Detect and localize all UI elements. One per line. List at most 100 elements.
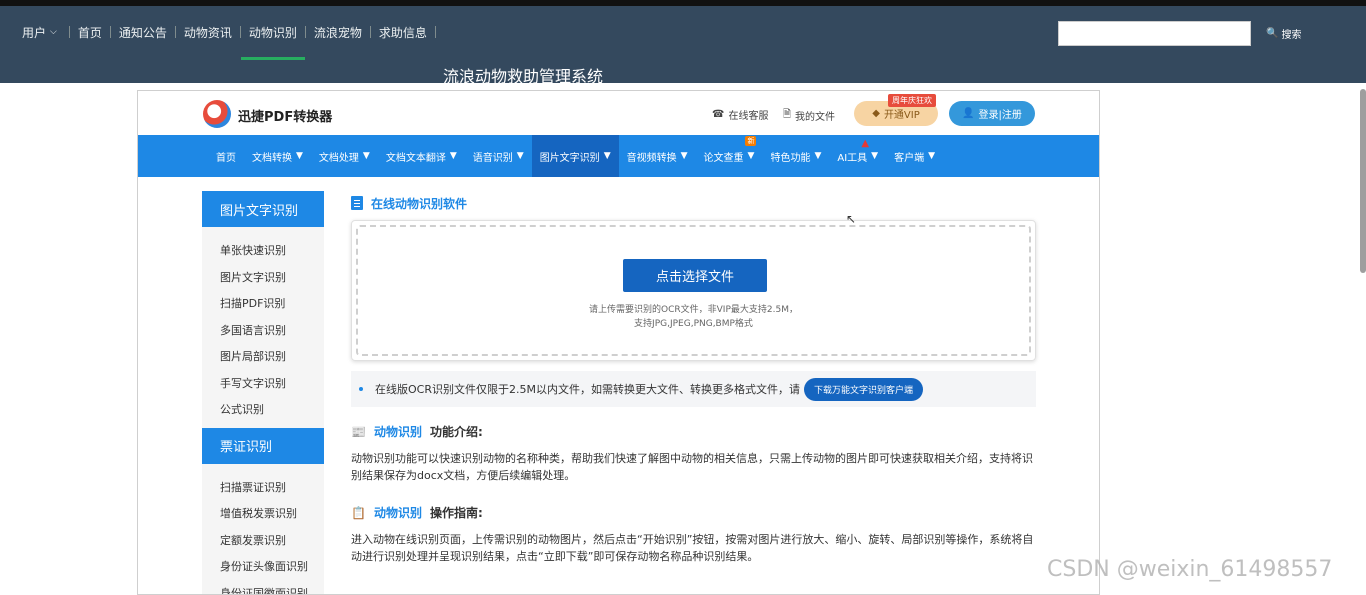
anniversary-ribbon: 周年庆狂欢 [888,94,936,107]
menu-av-convert[interactable]: 音视频转换 ▼ [619,135,696,177]
menu-label: 首页 [216,152,236,164]
menu-label: 文档文本翻译 [385,152,446,164]
menu-label: 特色功能 [770,152,811,164]
main-content: 在线动物识别软件 点击选择文件 请上传需要识别的OCR文件，非VIP最大支持2.… [351,191,1036,565]
menu-plagiarism[interactable]: 论文查重 ▼ 新 [696,135,763,177]
download-client-button[interactable]: 下载万能文字识别客户端 [803,377,923,401]
search-button-label: 搜索 [1281,30,1302,41]
guide-title-main: 动物识别 [373,506,422,520]
my-files-link[interactable]: 🗎 我的文件 [783,107,835,124]
menu-doc-convert[interactable]: 文档转换 ▼ [244,135,311,177]
caret-down-icon: ▼ [871,151,879,161]
page-scrollbar[interactable] [1360,89,1366,273]
sidebar-item[interactable]: 身份证国徽面识别 [202,580,324,594]
mouse-cursor-icon: ↖ [846,212,857,226]
bullet-icon [359,387,363,391]
online-service-label: 在线客服 [728,111,769,122]
feature-title-main: 动物识别 [373,425,422,439]
sidebar-list: 扫描票证识别 增值税发票识别 定额发票识别 身份证头像面识别 身份证国徽面识别 [202,463,324,594]
feature-description: 动物识别功能可以快速识别动物的名称种类，帮助我们快速了解图中动物的相关信息，只需… [351,452,1033,482]
watermark: CSDN @weixin_61498557 [1047,557,1333,582]
nav-divider [434,26,436,38]
sidebar-list: 单张快速识别 图片文字识别 扫描PDF识别 多国语言识别 图片局部识别 手写文字… [202,227,324,428]
converter-header: 迅捷PDF转换器 ☎ 在线客服 🗎 我的文件 ◆ 开通VIP 周年庆狂欢 👤 登… [138,91,1099,135]
menu-label: 文档转换 [252,152,292,164]
sidebar-item[interactable]: 增值税发票识别 [202,500,324,527]
guide-title-sub: 操作指南: [429,506,483,520]
caret-down-icon: ▼ [747,151,755,161]
menu-label: AI工具 [837,152,868,164]
open-vip-label: 开通VIP [883,110,920,121]
sidebar-item[interactable]: 扫描PDF识别 [202,290,324,317]
new-badge: 新 [745,136,757,146]
online-service-link[interactable]: ☎ 在线客服 [712,107,768,122]
menu-label: 文档处理 [318,152,359,164]
menu-label: 客户端 [894,152,925,164]
sidebar-section-title[interactable]: 图片文字识别 [202,191,324,227]
section-heading: 在线动物识别软件 [351,191,1036,215]
login-register-label: 登录|注册 [978,110,1022,121]
sidebar-item[interactable]: 单张快速识别 [202,237,324,264]
caret-down-icon: ▼ [296,151,303,161]
menu-client[interactable]: 客户端 ▼ [886,135,943,177]
guide-description: 进入动物在线识别页面，上传需识别的动物图片，然后点击“开始识别”按钮，按需对图片… [351,533,1034,563]
brand-name: 迅捷PDF转换器 [238,110,333,125]
sidebar-item[interactable]: 公式识别 [202,396,324,423]
upload-hint-line: 请上传需要识别的OCR文件，非VIP最大支持2.5M， [589,305,798,315]
nav-item-notices[interactable]: 通知公告 [111,6,175,58]
sidebar-item[interactable]: 身份证头像面识别 [202,553,324,580]
caret-down-icon: ▼ [814,151,822,161]
converter-menu-bar: 首页 文档转换 ▼ 文档处理 ▼ 文档文本翻译 ▼ 语音识别 ▼ 图片文字识别 ▼ 音视频… [138,135,1099,177]
sidebar-item[interactable]: 多国语言识别 [202,317,324,344]
menu-doc-translate[interactable]: 文档文本翻译 ▼ [378,135,465,177]
nav-item-news[interactable]: 动物资讯 [176,6,240,58]
my-files-label: 我的文件 [795,112,836,123]
upload-dropzone[interactable]: 点击选择文件 请上传需要识别的OCR文件，非VIP最大支持2.5M， 支持JPG… [356,225,1031,356]
upload-hint: 请上传需要识别的OCR文件，非VIP最大支持2.5M， 支持JPG,JPEG,P… [358,303,1029,331]
site-title: 流浪动物救助管理系统 [443,67,604,86]
hot-icon: ▲ [861,138,870,149]
nav-item-home[interactable]: 首页 [70,6,110,58]
sidebar-item[interactable]: 手写文字识别 [202,370,324,397]
nav-item-help[interactable]: 求助信息 [371,6,435,58]
caret-down-icon: ▼ [516,151,524,161]
menu-image-ocr[interactable]: 图片文字识别 ▼ [531,135,619,177]
feature-heading: 📰 动物识别 功能介绍: [351,423,1036,440]
intro-icon: 📰 [351,424,366,439]
menu-speech[interactable]: 语音识别 ▼ [465,135,532,177]
user-menu[interactable]: 用户 ⌵ [0,6,69,58]
menu-doc-process[interactable]: 文档处理 ▼ [311,135,378,177]
search-button[interactable]: 🔍 搜索 [1266,26,1301,41]
menu-features[interactable]: 特色功能 ▼ [762,135,829,177]
user-icon: 👤 [962,108,975,119]
clipboard-icon: 📋 [351,505,366,520]
main-nav: 用户 ⌵ 首页 通知公告 动物资讯 动物识别 流浪宠物 求助信息 [0,6,436,60]
search-input[interactable] [1058,21,1251,46]
nav-item-stray-pets[interactable]: 流浪宠物 [306,6,370,58]
sidebar-item[interactable]: 扫描票证识别 [202,474,324,501]
diamond-icon: ◆ [872,108,880,119]
menu-home[interactable]: 首页 [208,135,244,177]
login-register-button[interactable]: 👤 登录|注册 [949,101,1035,126]
upload-panel: 点击选择文件 请上传需要识别的OCR文件，非VIP最大支持2.5M， 支持JPG… [351,220,1036,361]
sidebar: 图片文字识别 单张快速识别 图片文字识别 扫描PDF识别 多国语言识别 图片局部… [202,191,324,594]
sidebar-section-title[interactable]: 票证识别 [202,427,324,464]
menu-label: 论文查重 [703,152,744,164]
guide-heading: 📋 动物识别 操作指南: [351,504,1036,521]
notice-text: 在线版OCR识别文件仅限于2.5M以内文件，如需转换更大文件、转换更多格式文件，… [375,383,800,396]
file-icon: 🗎 [783,109,792,120]
headset-icon: ☎ [712,109,725,120]
document-icon [351,196,363,210]
sidebar-item[interactable]: 图片文字识别 [202,264,324,291]
sidebar-item[interactable]: 图片局部识别 [202,343,324,370]
menu-label: 图片文字识别 [539,152,600,164]
brand-logo-icon [203,100,231,128]
feature-title-sub: 功能介绍: [429,425,483,439]
menu-ai-tools[interactable]: AI工具 ▼ ▲ [829,135,886,177]
sidebar-item[interactable]: 定额发票识别 [202,527,324,554]
user-menu-label: 用户 [22,25,47,40]
nav-item-animal-recognition[interactable]: 动物识别 [240,6,305,60]
menu-label: 音视频转换 [626,152,677,164]
notice-bar: 在线版OCR识别文件仅限于2.5M以内文件，如需转换更大文件、转换更多格式文件，… [351,371,1036,407]
choose-file-button[interactable]: 点击选择文件 [623,259,767,292]
